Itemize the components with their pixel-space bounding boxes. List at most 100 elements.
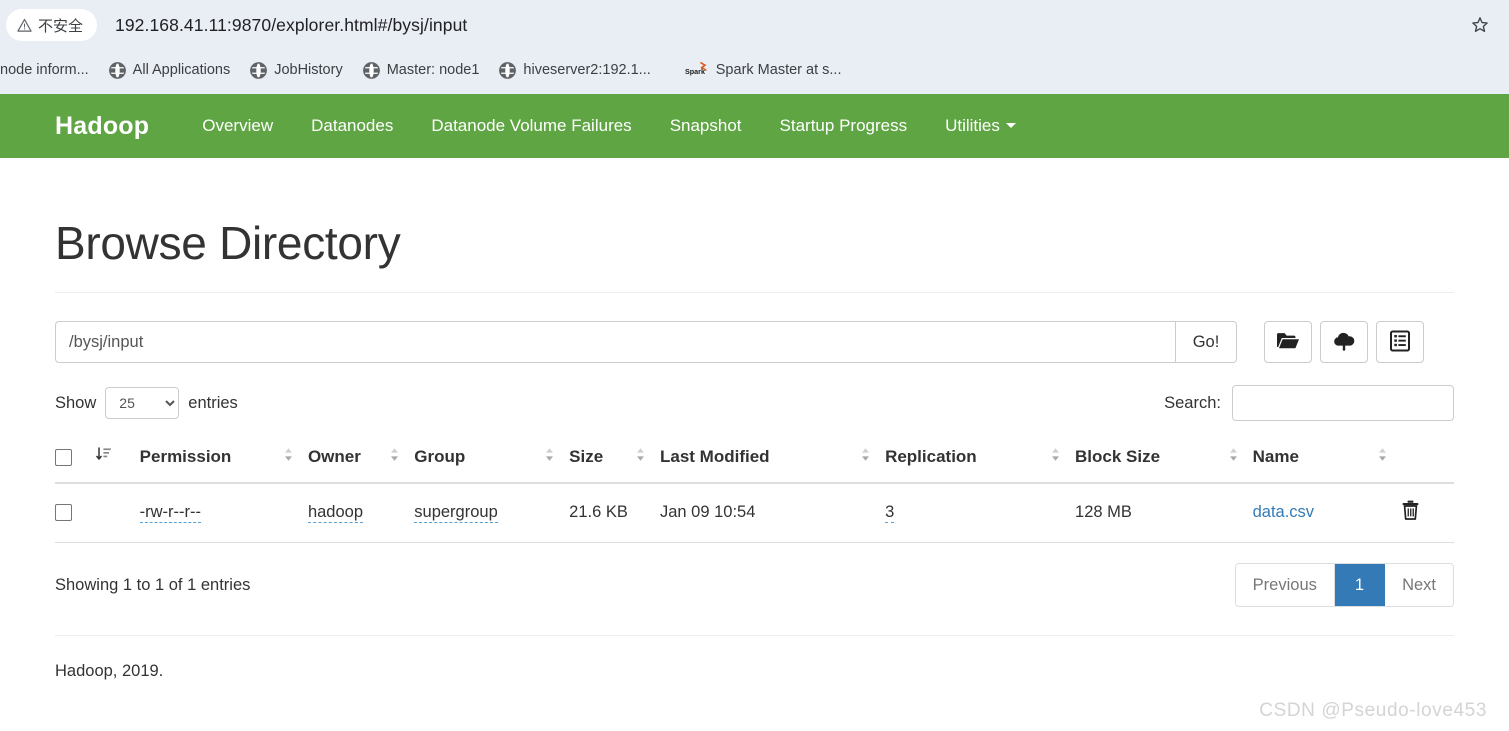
- sort-both-icon: [1228, 447, 1239, 467]
- globe-icon: [250, 61, 268, 79]
- column-header-size[interactable]: Size: [569, 437, 660, 484]
- files-table-head: Permission Owner Group Size Last Modifie…: [55, 437, 1454, 484]
- column-label: Name: [1252, 446, 1299, 466]
- cell-block-size: 128 MB: [1075, 483, 1253, 543]
- column-label: Permission: [139, 446, 232, 466]
- select-all-header: [55, 437, 97, 484]
- pagination: Previous 1 Next: [1234, 563, 1454, 607]
- column-header-permission[interactable]: Permission: [139, 437, 308, 484]
- row-checkbox[interactable]: [55, 504, 72, 522]
- row-select-cell: [55, 483, 97, 543]
- hadoop-navbar: Hadoop Overview Datanodes Datanode Volum…: [0, 94, 1509, 158]
- sort-both-icon: [1050, 447, 1061, 467]
- globe-icon: [362, 61, 380, 79]
- table-header-row: Permission Owner Group Size Last Modifie…: [55, 437, 1454, 484]
- omnibox-row: 不安全 192.168.41.11:9870/explorer.html#/by…: [0, 0, 1509, 50]
- create-folder-icon: [1276, 331, 1300, 354]
- pagination-previous[interactable]: Previous: [1235, 564, 1335, 606]
- select-all-checkbox[interactable]: [55, 448, 72, 466]
- security-chip[interactable]: 不安全: [6, 9, 98, 41]
- column-header-block-size[interactable]: Block Size: [1075, 437, 1253, 484]
- globe-icon: [108, 61, 126, 79]
- column-header-replication[interactable]: Replication: [885, 437, 1076, 484]
- page-length-select[interactable]: 25 50 100: [105, 387, 180, 419]
- search-group: Search:: [1164, 385, 1454, 421]
- path-input[interactable]: [55, 321, 1175, 363]
- bookmark-item[interactable]: JobHistory: [240, 59, 353, 82]
- cut-paste-button[interactable]: [1376, 321, 1424, 363]
- file-link[interactable]: data.csv: [1253, 503, 1314, 521]
- sort-both-icon: [544, 447, 555, 467]
- title-divider: [55, 292, 1454, 293]
- upload-button[interactable]: [1320, 321, 1368, 363]
- nav-link-datanode-volume-failures[interactable]: Datanode Volume Failures: [412, 116, 650, 136]
- cell-actions: [1402, 483, 1454, 543]
- url-text[interactable]: 192.168.41.11:9870/explorer.html#/bysj/i…: [115, 15, 467, 36]
- bookmark-label: All Applications: [132, 62, 231, 78]
- globe-icon: [499, 61, 517, 79]
- replication-value[interactable]: 3: [885, 503, 895, 523]
- search-label: Search:: [1164, 393, 1221, 412]
- sort-amount-desc-icon: [96, 447, 112, 466]
- sort-both-icon: [283, 447, 294, 467]
- pagination-page-1[interactable]: 1: [1334, 564, 1386, 606]
- pagination-next[interactable]: Next: [1385, 564, 1453, 606]
- column-label: Owner: [307, 446, 361, 466]
- column-header-name[interactable]: Name: [1252, 437, 1403, 484]
- nav-link-datanodes[interactable]: Datanodes: [292, 116, 412, 136]
- bookmark-label: Master: node1: [386, 62, 480, 78]
- bookmark-label: node inform...: [0, 62, 89, 78]
- column-label: Group: [414, 446, 466, 466]
- cell-replication: 3: [885, 483, 1076, 543]
- cell-last-modified: Jan 09 10:54: [659, 483, 886, 543]
- main-container: Browse Directory Go!: [0, 216, 1509, 681]
- upload-cloud-icon: [1332, 331, 1356, 354]
- bookmark-item[interactable]: hiveserver2:192.1...: [489, 59, 660, 82]
- nav-link-overview[interactable]: Overview: [183, 116, 292, 136]
- cut-paste-list-icon: [1390, 330, 1410, 355]
- sort-both-icon: [635, 447, 646, 467]
- search-input[interactable]: [1232, 385, 1454, 421]
- column-label: Last Modified: [659, 446, 770, 466]
- nav-link-utilities[interactable]: Utilities: [926, 116, 1035, 136]
- bookmark-label: hiveserver2:192.1...: [523, 62, 651, 78]
- owner-value[interactable]: hadoop: [307, 503, 363, 523]
- column-label: Block Size: [1075, 446, 1161, 466]
- directory-action-buttons: [1264, 321, 1424, 363]
- permission-value[interactable]: -rw-r--r--: [139, 503, 202, 523]
- show-label: Show: [55, 393, 97, 412]
- bookmarks-bar: node inform... All Applications JobHisto…: [0, 50, 1509, 90]
- nav-link-startup-progress[interactable]: Startup Progress: [761, 116, 927, 136]
- cell-size: 21.6 KB: [569, 483, 660, 543]
- go-button[interactable]: Go!: [1175, 321, 1237, 363]
- files-table-body: -rw-r--r-- hadoop supergroup 21.6 KB Jan…: [55, 483, 1454, 543]
- trash-icon: [1402, 500, 1419, 523]
- copyright-text: Hadoop, 2019.: [55, 662, 164, 680]
- create-folder-button[interactable]: [1264, 321, 1312, 363]
- column-header-group[interactable]: Group: [414, 437, 570, 484]
- cell-owner: hadoop: [307, 483, 415, 543]
- column-header-owner[interactable]: Owner: [307, 437, 415, 484]
- group-value[interactable]: supergroup: [414, 503, 498, 523]
- warning-triangle-icon: [17, 18, 32, 33]
- table-row: -rw-r--r-- hadoop supergroup 21.6 KB Jan…: [55, 483, 1454, 543]
- bookmark-item[interactable]: All Applications: [99, 59, 241, 82]
- table-controls: Show 25 50 100 entries Search:: [55, 383, 1454, 423]
- nav-link-utilities-label: Utilities: [945, 116, 1000, 135]
- delete-file-button[interactable]: [1402, 500, 1419, 523]
- files-table: Permission Owner Group Size Last Modifie…: [55, 437, 1454, 543]
- cell-name: data.csv: [1252, 483, 1403, 543]
- chevron-down-icon: [1005, 123, 1016, 128]
- bookmark-item[interactable]: Spark Spark Master at s...: [675, 59, 852, 81]
- bookmark-item[interactable]: Master: node1: [353, 59, 490, 82]
- navbar-brand[interactable]: Hadoop: [55, 112, 149, 141]
- spark-icon: Spark: [685, 62, 709, 78]
- sort-both-icon: [860, 447, 871, 467]
- column-label: Replication: [885, 446, 977, 466]
- column-header-last-modified[interactable]: Last Modified: [659, 437, 886, 484]
- sort-glyph-header[interactable]: [96, 437, 140, 484]
- nav-link-snapshot[interactable]: Snapshot: [651, 116, 761, 136]
- entries-label: entries: [188, 393, 238, 412]
- star-outline-icon[interactable]: [1465, 10, 1495, 40]
- bookmark-item[interactable]: node inform...: [0, 59, 99, 81]
